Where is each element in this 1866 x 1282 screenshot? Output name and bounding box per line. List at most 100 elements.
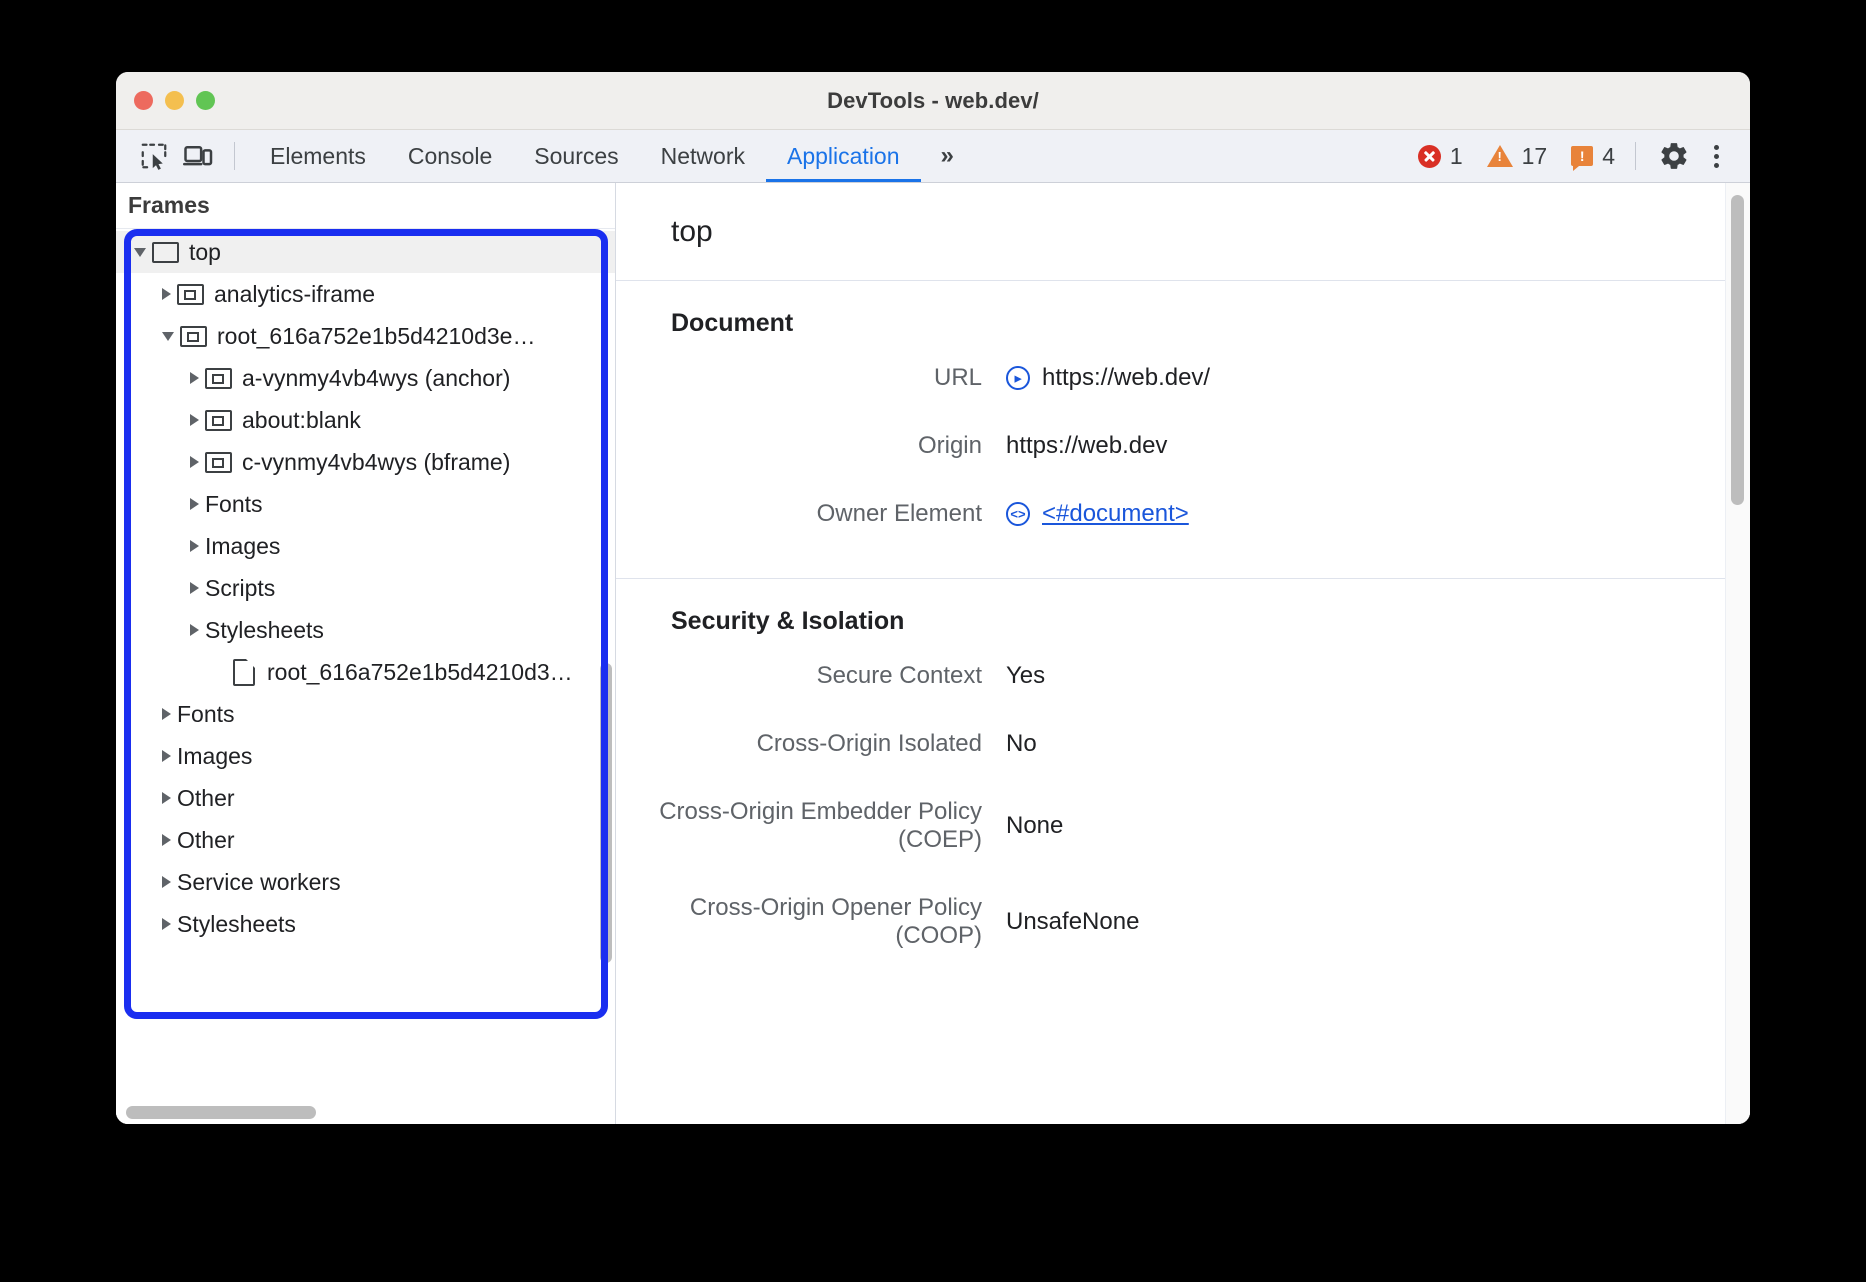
- frames-tree-row[interactable]: root_616a752e1b5d4210d3…: [116, 651, 615, 693]
- tab-application[interactable]: Application: [766, 130, 921, 182]
- chevron-down-icon[interactable]: [134, 248, 146, 257]
- devtools-panel-tabs: Elements Console Sources Network Applica…: [249, 130, 968, 182]
- maximize-window-button[interactable]: [196, 91, 215, 110]
- chevron-right-icon[interactable]: [190, 456, 199, 468]
- details-row-key: URL: [616, 364, 1006, 392]
- chevron-right-icon[interactable]: [162, 288, 171, 300]
- issue-counter[interactable]: 4: [1561, 143, 1625, 170]
- kebab-menu-icon[interactable]: [1696, 136, 1736, 176]
- chevron-right-icon[interactable]: [162, 918, 171, 930]
- chevron-right-icon[interactable]: [162, 708, 171, 720]
- details-row-value: UnsafeNone: [1006, 908, 1139, 936]
- tab-console[interactable]: Console: [387, 130, 513, 182]
- frames-tree-row-label: Fonts: [177, 701, 235, 728]
- iframe-icon: [180, 326, 207, 347]
- details-row: Cross-Origin Embedder Policy (COEP)None: [616, 798, 1750, 854]
- frames-header: Frames: [116, 183, 615, 229]
- frame-details-panel: top DocumentURL▸https://web.dev/Originht…: [616, 183, 1750, 1124]
- tab-network[interactable]: Network: [640, 130, 766, 182]
- chevron-right-icon[interactable]: [162, 792, 171, 804]
- frames-tree-row[interactable]: Images: [116, 525, 615, 567]
- chevron-right-icon[interactable]: [190, 372, 199, 384]
- details-row-link[interactable]: <#document>: [1042, 500, 1189, 528]
- frames-tree-row[interactable]: Fonts: [116, 483, 615, 525]
- frames-tree-row-label: Fonts: [205, 491, 263, 518]
- frames-tree-row[interactable]: Images: [116, 735, 615, 777]
- error-icon: [1418, 145, 1441, 168]
- error-count: 1: [1450, 143, 1463, 170]
- devtools-toolbar: Elements Console Sources Network Applica…: [116, 130, 1750, 183]
- frames-tree-row[interactable]: c-vynmy4vb4wys (bframe): [116, 441, 615, 483]
- details-row-value-wrap: ▸https://web.dev/: [1006, 364, 1210, 392]
- sidebar-bottom-strip: [116, 1098, 615, 1124]
- chevron-right-icon[interactable]: [162, 750, 171, 762]
- details-row-value-wrap: <> <#document>: [1006, 500, 1189, 528]
- window-title: DevTools - web.dev/: [116, 88, 1750, 114]
- frames-tree-row-label: Stylesheets: [205, 617, 324, 644]
- code-brackets-icon[interactable]: <>: [1006, 502, 1030, 526]
- frames-tree-row[interactable]: top: [116, 231, 615, 273]
- frames-tree-row[interactable]: about:blank: [116, 399, 615, 441]
- chevron-right-icon[interactable]: [190, 624, 199, 636]
- frames-tree-row-label: a-vynmy4vb4wys (anchor): [242, 365, 510, 392]
- frames-tree-row-label: Other: [177, 827, 235, 854]
- toolbar-divider-right: [1635, 142, 1636, 170]
- sidebar-vertical-scrollbar[interactable]: [600, 663, 612, 963]
- frames-tree-row[interactable]: analytics-iframe: [116, 273, 615, 315]
- chevron-right-icon[interactable]: [162, 876, 171, 888]
- chevron-right-icon[interactable]: [190, 582, 199, 594]
- frames-tree-row[interactable]: root_616a752e1b5d4210d3e…: [116, 315, 615, 357]
- warning-counter[interactable]: 17: [1477, 143, 1558, 170]
- issue-icon: [1571, 146, 1593, 166]
- details-row-key: Cross-Origin Isolated: [616, 730, 1006, 758]
- details-row-value-wrap: Yes: [1006, 662, 1045, 690]
- details-row-value: Yes: [1006, 662, 1045, 690]
- frames-tree-row-label: analytics-iframe: [214, 281, 375, 308]
- tab-elements[interactable]: Elements: [249, 130, 387, 182]
- frames-tree-row-label: root_616a752e1b5d4210d3e…: [217, 323, 535, 350]
- frames-tree-row-label: Images: [205, 533, 280, 560]
- details-row-value-wrap: None: [1006, 812, 1063, 840]
- frames-tree-row[interactable]: Service workers: [116, 861, 615, 903]
- details-row-key: Secure Context: [616, 662, 1006, 690]
- frames-tree[interactable]: top analytics-iframe root_616a752e1b5d4210…: [116, 229, 615, 1098]
- frame-details-sections: DocumentURL▸https://web.dev/Originhttps:…: [616, 281, 1750, 1000]
- details-section-title: Document: [616, 309, 1750, 338]
- frames-tree-row[interactable]: Stylesheets: [116, 903, 615, 945]
- close-window-button[interactable]: [134, 91, 153, 110]
- details-row-key: Cross-Origin Embedder Policy (COEP): [616, 798, 1006, 854]
- chevron-right-icon[interactable]: [190, 414, 199, 426]
- more-tabs-chevron-icon[interactable]: »: [921, 142, 968, 170]
- error-counter[interactable]: 1: [1408, 143, 1473, 170]
- frames-tree-row[interactable]: Other: [116, 777, 615, 819]
- frames-tree-row[interactable]: Fonts: [116, 693, 615, 735]
- frames-tree-row[interactable]: Scripts: [116, 567, 615, 609]
- details-vertical-scrollbar[interactable]: [1731, 195, 1744, 505]
- frames-tree-row-label: about:blank: [242, 407, 361, 434]
- tab-sources[interactable]: Sources: [513, 130, 639, 182]
- frames-tree-row[interactable]: Stylesheets: [116, 609, 615, 651]
- details-row-value-wrap: UnsafeNone: [1006, 908, 1139, 936]
- frames-tree-row[interactable]: a-vynmy4vb4wys (anchor): [116, 357, 615, 399]
- details-row: Cross-Origin Opener Policy (COOP)UnsafeN…: [616, 894, 1750, 950]
- chevron-right-icon[interactable]: [190, 498, 199, 510]
- warning-count: 17: [1522, 143, 1548, 170]
- chevron-right-icon[interactable]: [162, 834, 171, 846]
- issue-count: 4: [1602, 143, 1615, 170]
- frames-tree-row-label: top: [189, 239, 221, 266]
- minimize-window-button[interactable]: [165, 91, 184, 110]
- gear-icon[interactable]: [1652, 136, 1696, 176]
- details-row: Secure ContextYes: [616, 662, 1750, 690]
- details-row: Owner Element<><#document>: [616, 500, 1750, 528]
- chevron-right-icon[interactable]: [190, 540, 199, 552]
- frames-tree-row[interactable]: Other: [116, 819, 615, 861]
- device-toolbar-icon[interactable]: [176, 136, 220, 176]
- inspect-element-icon[interactable]: [132, 136, 176, 176]
- frames-tree-row-label: root_616a752e1b5d4210d3…: [267, 659, 573, 686]
- open-in-new-tab-icon[interactable]: ▸: [1006, 366, 1030, 390]
- chevron-down-icon[interactable]: [162, 332, 174, 341]
- toolbar-divider: [234, 142, 235, 170]
- sidebar-horizontal-scrollbar[interactable]: [126, 1106, 316, 1119]
- frames-tree-row-label: c-vynmy4vb4wys (bframe): [242, 449, 510, 476]
- iframe-icon: [177, 284, 204, 305]
